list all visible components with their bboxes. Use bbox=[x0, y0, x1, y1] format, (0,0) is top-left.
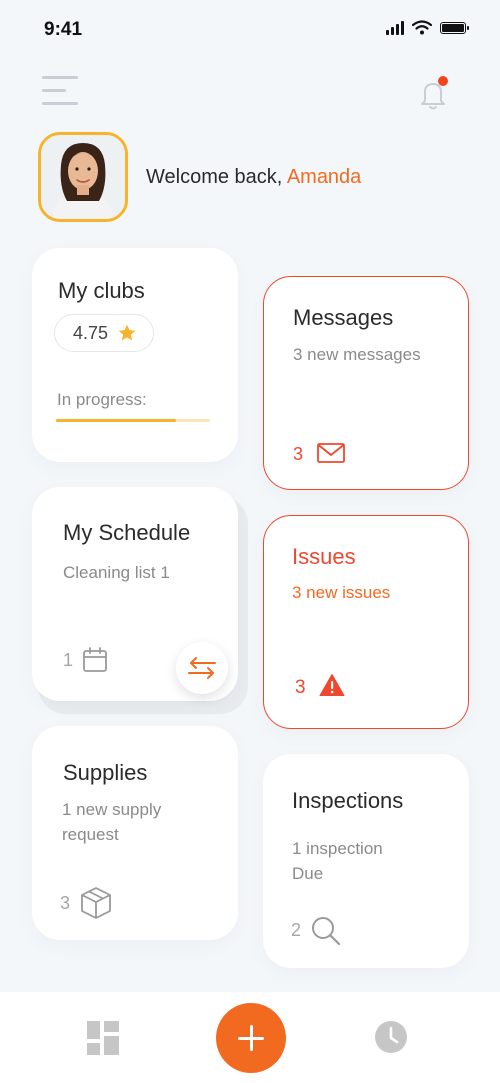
issues-title: Issues bbox=[292, 544, 356, 569]
supplies-subtitle: 1 new supply request bbox=[62, 800, 162, 844]
clock-icon[interactable] bbox=[374, 1020, 408, 1054]
progress-bar bbox=[56, 419, 210, 422]
messages-count: 3 bbox=[293, 444, 304, 464]
status-bar: 9:41 bbox=[0, 0, 500, 60]
clubs-title: My clubs bbox=[58, 278, 145, 303]
swap-button[interactable] bbox=[176, 642, 228, 694]
swap-arrows-icon bbox=[188, 657, 216, 679]
issues-count: 3 bbox=[295, 677, 306, 698]
mail-icon bbox=[317, 443, 345, 463]
star-icon bbox=[118, 324, 136, 341]
dashboard-icon[interactable] bbox=[87, 1021, 119, 1055]
wifi-icon bbox=[412, 20, 432, 35]
supplies-count: 3 bbox=[60, 893, 71, 913]
avatar[interactable] bbox=[38, 132, 128, 222]
search-icon bbox=[312, 917, 341, 946]
status-icons bbox=[386, 20, 469, 35]
messages-title: Messages bbox=[293, 305, 394, 330]
messages-subtitle: 3 new messages bbox=[293, 345, 421, 364]
progress-fill bbox=[56, 419, 177, 422]
schedule-subtitle: Cleaning list 1 bbox=[63, 563, 170, 582]
supplies-card[interactable]: Supplies 1 new supply request 3 bbox=[32, 726, 238, 940]
user-name: Amanda bbox=[286, 166, 362, 188]
clubs-card[interactable]: My clubs 4.75 In progress: bbox=[32, 248, 238, 462]
issues-card[interactable]: Issues 3 new issues 3 bbox=[263, 515, 469, 729]
rating-value: 4.75 bbox=[73, 323, 109, 343]
messages-card[interactable]: Messages 3 new messages 3 bbox=[263, 276, 469, 490]
schedule-count: 1 bbox=[63, 650, 74, 670]
inspections-card[interactable]: Inspections 1 inspection Due 2 bbox=[263, 754, 469, 968]
inspections-title: Inspections bbox=[292, 788, 404, 813]
warning-icon bbox=[319, 674, 345, 696]
add-button[interactable] bbox=[216, 1003, 286, 1073]
welcome-greeting: Welcome back, bbox=[146, 166, 283, 188]
issues-subtitle: 3 new issues bbox=[292, 583, 391, 602]
box-icon bbox=[81, 887, 111, 919]
supplies-title: Supplies bbox=[63, 760, 148, 785]
progress-label: In progress: bbox=[57, 390, 147, 409]
schedule-title: My Schedule bbox=[63, 520, 191, 545]
rating-badge: 4.75 bbox=[54, 314, 154, 352]
welcome-message: Welcome back, Amanda bbox=[146, 166, 361, 189]
battery-icon bbox=[440, 21, 469, 34]
inspections-subtitle: 1 inspection Due bbox=[292, 839, 383, 883]
inspections-count: 2 bbox=[291, 920, 302, 940]
status-time: 9:41 bbox=[44, 19, 83, 40]
calendar-icon bbox=[83, 647, 107, 672]
notification-badge bbox=[438, 76, 448, 86]
menu-icon[interactable] bbox=[42, 76, 78, 106]
signal-icon bbox=[386, 20, 404, 35]
